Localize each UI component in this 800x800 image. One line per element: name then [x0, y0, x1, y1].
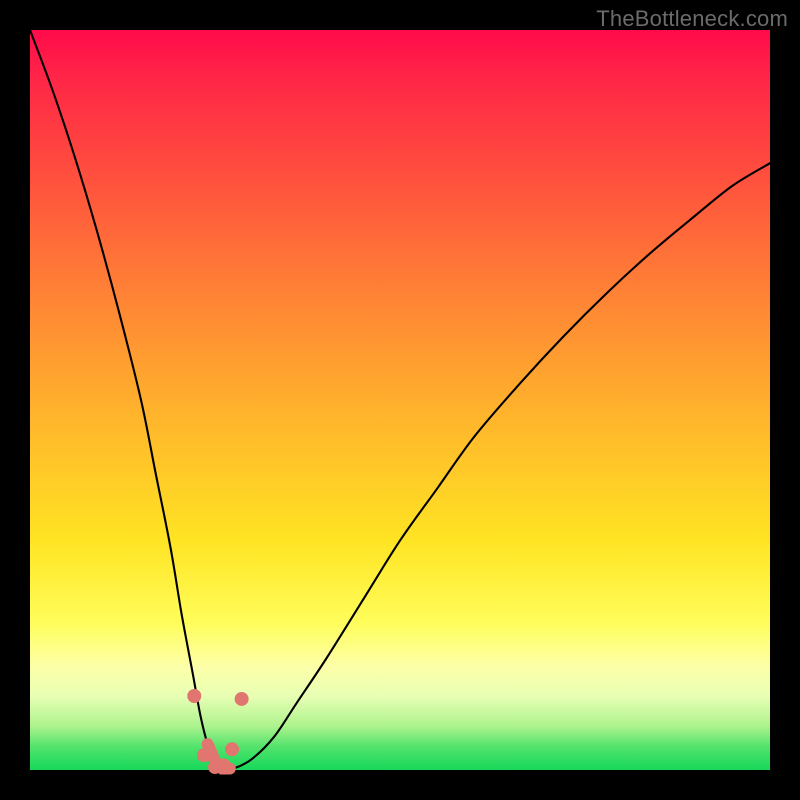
marker-dot — [188, 690, 201, 703]
bottleneck-curve — [30, 30, 770, 770]
highlighted-points — [188, 690, 248, 774]
curve-layer — [30, 30, 770, 770]
marker-dot — [235, 692, 248, 705]
watermark-text: TheBottleneck.com — [596, 6, 788, 32]
marker-dot — [217, 759, 230, 772]
marker-dot — [197, 749, 210, 762]
chart-frame: TheBottleneck.com — [0, 0, 800, 800]
plot-area — [30, 30, 770, 770]
marker-dot — [226, 743, 239, 756]
